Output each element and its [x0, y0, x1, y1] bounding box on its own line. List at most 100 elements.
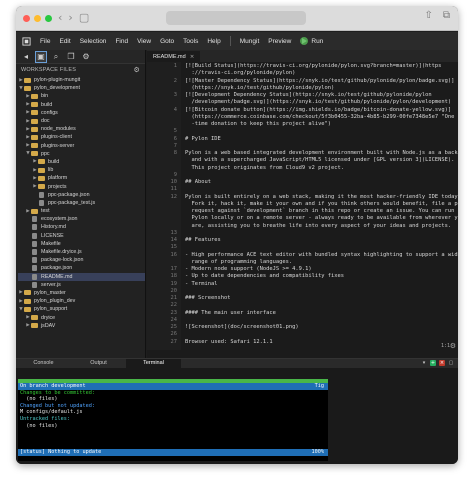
tree-item-label: server.js — [41, 281, 61, 288]
tree-file[interactable]: ecosystem.json — [18, 215, 145, 223]
menu-preview[interactable]: Preview — [268, 38, 291, 45]
menu-file[interactable]: File — [40, 38, 50, 45]
run-icon — [300, 37, 309, 45]
tree-folder[interactable]: ▼ ppc — [18, 150, 145, 158]
folder-icon — [31, 110, 38, 116]
folder-icon — [24, 85, 31, 91]
file-icon — [32, 281, 37, 288]
tree-folder[interactable]: ▶ build — [18, 101, 145, 109]
folder-icon — [24, 306, 31, 312]
menu-goto[interactable]: Goto — [160, 38, 174, 45]
menu-help[interactable]: Help — [207, 38, 220, 45]
new-terminal-icon[interactable]: + — [430, 360, 436, 366]
tree-file[interactable]: LICENSE — [18, 232, 145, 240]
tree-folder[interactable]: ▶ jsDAV — [18, 322, 145, 330]
tree-file[interactable]: package-lock.json — [18, 256, 145, 264]
browser-nav: ‹ › ▢ — [58, 11, 89, 24]
file-icon — [32, 249, 37, 256]
folder-icon — [38, 184, 45, 190]
sidebar-toggle-icon[interactable]: ▢ — [79, 11, 89, 24]
file-tree: ▶ pylon-plugin-mungit ▼ pylon_development ▶ b… — [16, 76, 145, 330]
tree-folder[interactable]: ▶ plugins-client — [18, 133, 145, 141]
tree-file[interactable]: Makefile — [18, 240, 145, 248]
tab-terminal[interactable]: Terminal — [126, 359, 181, 368]
settings-icon[interactable]: ⚙ — [81, 52, 91, 62]
tree-folder[interactable]: ▶ build — [18, 158, 145, 166]
editor-settings-icon[interactable]: ⚙ — [450, 342, 456, 350]
tree-folder[interactable]: ▶ pylon-plugin-mungit — [18, 76, 145, 84]
terminal-menu-icon[interactable]: ▾ — [421, 360, 427, 366]
tree-item-label: ppc-package.json — [48, 191, 90, 198]
tree-item-label: LICENSE — [41, 232, 64, 239]
gear-icon[interactable]: ⚙ — [134, 66, 140, 74]
menu-selection[interactable]: Selection — [80, 38, 107, 45]
file-icon — [32, 232, 37, 239]
menu-mungit[interactable]: Mungit — [240, 38, 260, 45]
back-nav-icon[interactable]: ◂ — [21, 52, 31, 62]
tree-folder[interactable]: ▶ bin — [18, 92, 145, 100]
tab-console[interactable]: Console — [16, 359, 71, 368]
terminal-header-bar: On branch development Tig — [18, 383, 328, 390]
tree-file[interactable]: README.md — [18, 272, 145, 281]
tree-file[interactable]: Makefile.dryice.js — [18, 248, 145, 256]
search-icon[interactable]: ⌕ — [51, 52, 61, 62]
menu-tools[interactable]: Tools — [183, 38, 198, 45]
close-tab-icon[interactable]: × — [190, 54, 195, 60]
maximize-panel-icon[interactable]: ▢ — [448, 360, 454, 366]
menu-find[interactable]: Find — [115, 38, 128, 45]
tree-folder[interactable]: ▶ test — [18, 207, 145, 215]
workspace-files-header: WORKSPACE FILES ⚙ — [16, 64, 145, 76]
workspace-files-icon[interactable]: ▣ — [35, 50, 47, 63]
tree-file[interactable]: ppc-package.json — [18, 191, 145, 199]
tree-folder[interactable]: ▶ projects — [18, 182, 145, 190]
tree-file[interactable]: History.md — [18, 223, 145, 231]
tree-folder[interactable]: ▶ pylon_master — [18, 289, 145, 297]
tab-output[interactable]: Output — [71, 359, 126, 368]
tree-item-label: doc — [41, 118, 50, 125]
tree-folder[interactable]: ▼ pylon_development — [18, 84, 145, 92]
tab-readme[interactable]: README.md × — [147, 51, 201, 62]
tree-item-label: pylon_plugin_dev — [34, 298, 76, 305]
terminal-output[interactable]: On branch development Tig Changes to be … — [18, 383, 328, 461]
panel-controls: ▾ + × ▢ — [421, 360, 454, 366]
tree-folder[interactable]: ▶ dryice — [18, 313, 145, 321]
tree-folder[interactable]: ▶ platform — [18, 174, 145, 182]
zoom-window-button[interactable] — [45, 15, 52, 22]
back-arrow-icon[interactable]: ‹ — [58, 11, 62, 24]
tree-folder[interactable]: ▶ lib — [18, 166, 145, 174]
address-bar[interactable] — [166, 11, 306, 25]
kill-terminal-icon[interactable]: × — [439, 360, 445, 366]
tree-file[interactable]: server.js — [18, 281, 145, 289]
minimize-window-button[interactable] — [34, 15, 41, 22]
close-window-button[interactable] — [23, 15, 30, 22]
forward-arrow-icon[interactable]: › — [68, 11, 72, 24]
tree-item-label: bin — [41, 93, 49, 100]
tree-folder[interactable]: ▶ configs — [18, 109, 145, 117]
tree-folder[interactable]: ▶ doc — [18, 117, 145, 125]
cursor-position: 1:1 — [440, 343, 450, 349]
run-button[interactable]: Run — [300, 37, 323, 45]
tree-file[interactable]: package.json — [18, 264, 145, 272]
tree-folder[interactable]: ▶ plugins-server — [18, 142, 145, 150]
tree-file[interactable]: ppc-package_test.js — [18, 199, 145, 207]
share-icon[interactable]: ⇧ — [424, 10, 432, 21]
menu-view[interactable]: View — [137, 38, 151, 45]
folder-icon — [31, 208, 38, 214]
folder-icon — [31, 143, 38, 149]
tree-folder[interactable]: ▶ pylon_plugin_dev — [18, 297, 145, 305]
copy-icon[interactable]: ❐ — [66, 52, 76, 62]
file-icon — [32, 216, 37, 223]
tree-item-label: test — [41, 208, 50, 215]
file-icon — [32, 240, 37, 247]
code-editor[interactable]: 1 [![Build Status](https://travis-ci.org/… — [147, 62, 458, 350]
tabs-icon[interactable]: ⧉ — [443, 10, 450, 21]
terminal-status-bar: [status] Nothing to update 100% — [18, 448, 328, 456]
tree-folder[interactable]: ▶ node_modules — [18, 125, 145, 133]
terminal-line: Untracked files: — [20, 415, 70, 422]
tree-item-label: History.md — [41, 224, 66, 231]
tree-folder[interactable]: ▼ pylon_support — [18, 305, 145, 313]
menu-edit[interactable]: Edit — [59, 38, 70, 45]
terminal-line: (no files) — [20, 422, 58, 429]
line-text: Browser used: Safari 12.1.1 — [185, 338, 273, 345]
